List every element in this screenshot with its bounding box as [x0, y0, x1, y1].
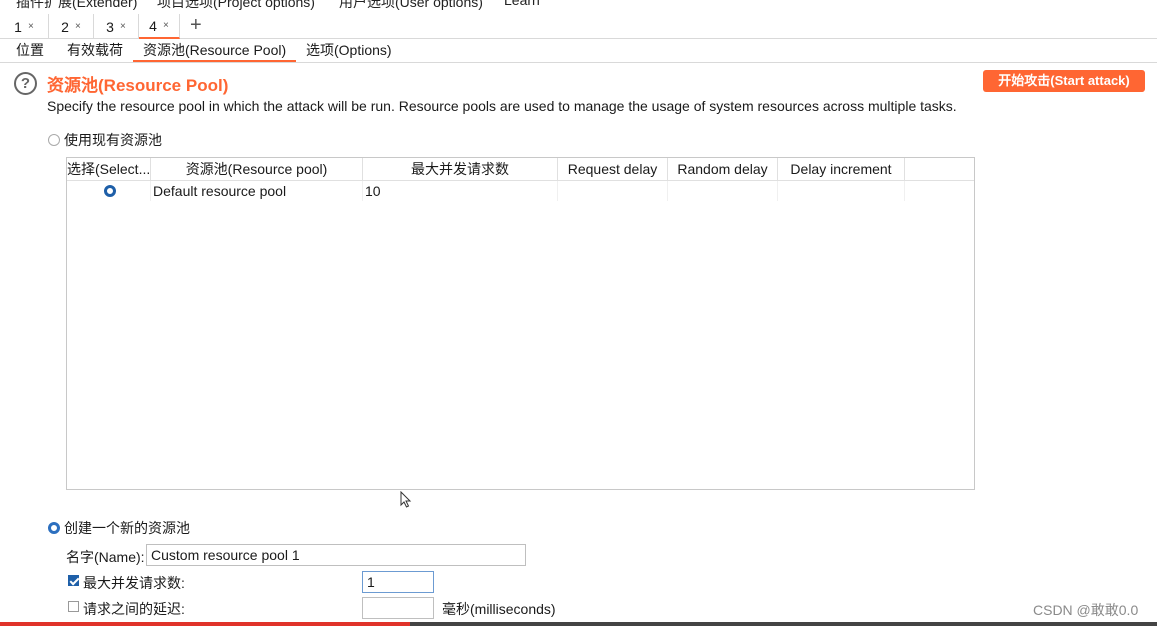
- delay-increment-cell: [780, 181, 905, 201]
- col-max-concurrent[interactable]: 最大并发请求数: [363, 158, 558, 181]
- attack-tabs: 1 × 2 × 3 × 4 × +: [0, 14, 1157, 39]
- delay-input[interactable]: [362, 597, 434, 619]
- use-existing-radio[interactable]: [48, 134, 60, 146]
- mouse-cursor-icon: [400, 491, 412, 508]
- col-select[interactable]: 选择(Select...: [67, 158, 151, 181]
- menu-learn[interactable]: Learn: [504, 0, 540, 8]
- menu-extender[interactable]: 插件扩展(Extender): [16, 0, 137, 12]
- tab-label: 1: [14, 18, 22, 35]
- row-select-radio[interactable]: [104, 185, 116, 197]
- max-requests-label: 最大并发请求数:: [83, 575, 185, 591]
- resource-pool-table[interactable]: 选择(Select... 资源池(Resource pool) 最大并发请求数 …: [66, 157, 975, 490]
- watermark: CSDN @敢敢0.0: [1033, 602, 1139, 618]
- delay-label: 请求之间的延迟:: [83, 601, 185, 617]
- close-icon[interactable]: ×: [163, 20, 169, 31]
- tab-label: 3: [106, 18, 114, 35]
- col-request-delay[interactable]: Request delay: [558, 158, 668, 181]
- section-title: 资源池(Resource Pool): [47, 76, 229, 95]
- create-new-label: 创建一个新的资源池: [64, 520, 190, 536]
- add-tab-icon[interactable]: +: [190, 13, 202, 37]
- pool-name-input[interactable]: Custom resource pool 1: [146, 544, 526, 566]
- tab-options[interactable]: 选项(Options): [296, 39, 402, 62]
- section-description: Specify the resource pool in which the a…: [47, 98, 957, 114]
- pool-name-cell: Default resource pool: [153, 181, 363, 201]
- close-icon[interactable]: ×: [28, 21, 34, 32]
- close-icon[interactable]: ×: [120, 21, 126, 32]
- select-cell[interactable]: [67, 181, 151, 201]
- help-icon[interactable]: ?: [14, 72, 37, 95]
- max-requests-checkbox[interactable]: [68, 575, 79, 586]
- max-requests-cell: 10: [365, 181, 558, 201]
- col-resource-pool[interactable]: 资源池(Resource pool): [151, 158, 363, 181]
- max-requests-input[interactable]: 1: [362, 571, 434, 593]
- tab-resource-pool[interactable]: 资源池(Resource Pool): [133, 39, 297, 62]
- status-strip: [410, 622, 1157, 626]
- col-delay-increment[interactable]: Delay increment: [778, 158, 905, 181]
- tab-label: 2: [61, 18, 69, 35]
- use-existing-label: 使用现有资源池: [64, 132, 162, 148]
- tab-2[interactable]: 2 ×: [49, 14, 94, 39]
- menu-bar: 插件扩展(Extender) 项目选项(Project options) 用户选…: [0, 0, 1157, 14]
- tab-positions[interactable]: 位置: [6, 39, 54, 62]
- create-new-pool-option[interactable]: 创建一个新的资源池: [48, 518, 190, 538]
- tab-1[interactable]: 1 ×: [0, 14, 49, 39]
- random-delay-cell: [670, 181, 778, 201]
- request-delay-cell: [560, 181, 668, 201]
- create-new-radio[interactable]: [48, 522, 60, 534]
- delay-unit-label: 毫秒(milliseconds): [442, 601, 556, 617]
- tab-payloads[interactable]: 有效载荷: [57, 39, 133, 62]
- name-label: 名字(Name):: [66, 549, 145, 565]
- tab-label: 4: [149, 17, 157, 34]
- tab-3[interactable]: 3 ×: [94, 14, 139, 39]
- delay-checkbox[interactable]: [68, 601, 79, 612]
- table-row[interactable]: Default resource pool 10: [67, 181, 974, 201]
- sub-tabs: 位置 有效载荷 资源池(Resource Pool) 选项(Options): [0, 39, 1157, 63]
- use-existing-pool-option[interactable]: 使用现有资源池: [48, 130, 162, 150]
- tab-4[interactable]: 4 ×: [139, 14, 180, 39]
- menu-user-options[interactable]: 用户选项(User options): [339, 0, 483, 12]
- menu-project-options[interactable]: 项目选项(Project options): [157, 0, 315, 12]
- start-attack-button[interactable]: 开始攻击(Start attack): [983, 70, 1145, 92]
- col-random-delay[interactable]: Random delay: [668, 158, 778, 181]
- table-header: 选择(Select... 资源池(Resource pool) 最大并发请求数 …: [67, 158, 974, 181]
- close-icon[interactable]: ×: [75, 21, 81, 32]
- progress-bar: [0, 622, 410, 626]
